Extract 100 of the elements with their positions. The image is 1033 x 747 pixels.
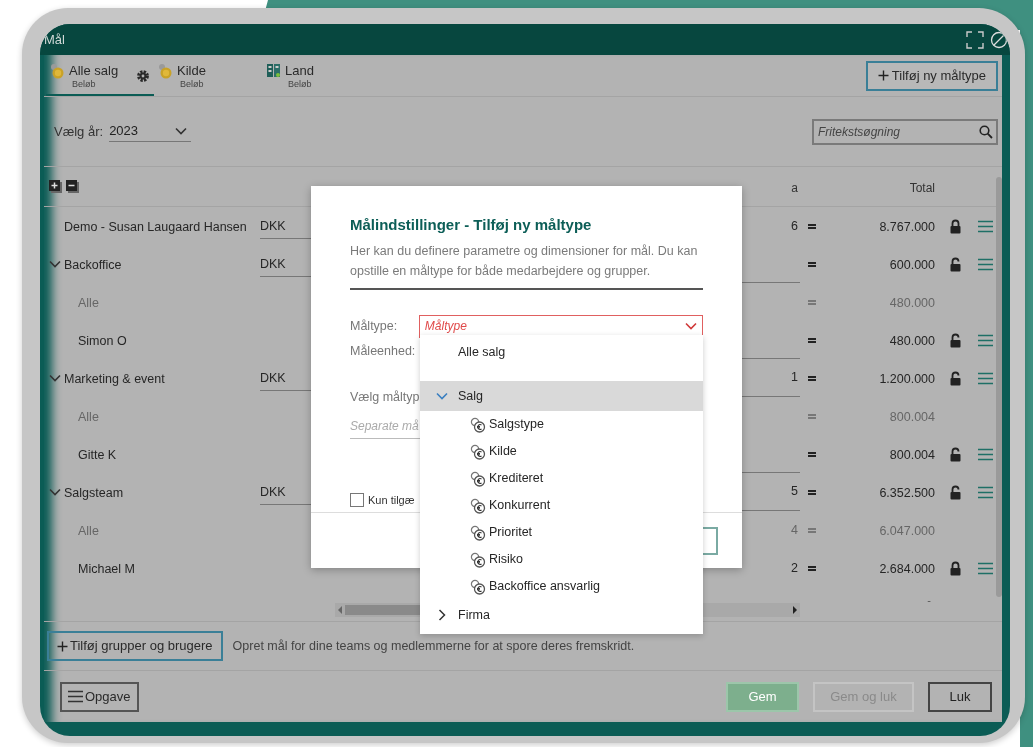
maximize-icon[interactable]: [966, 30, 984, 49]
row-name: Backoffice: [64, 258, 122, 272]
menu-icon[interactable]: [68, 690, 83, 703]
task-button[interactable]: Opgave: [60, 681, 139, 712]
dropdown-item[interactable]: Salgstype: [420, 411, 703, 438]
equals-icon: [808, 337, 816, 343]
column-header: Total: [909, 180, 935, 195]
summary-row-label: Alle: [78, 524, 99, 538]
dropdown-item[interactable]: Prioritet: [420, 519, 703, 546]
menu-icon[interactable]: [978, 257, 993, 271]
total-cell: 600.000: [889, 258, 935, 272]
row-name: Simon O: [78, 334, 127, 348]
coin-icon: [50, 63, 65, 79]
equals-icon: [808, 299, 816, 305]
equals-icon: [808, 413, 816, 419]
coin-icon: [470, 470, 486, 487]
dialog-description: Her kan du definere parametre og dimensioner for mål. Du kan opstille en måltype for både medarbejdere og grupper.: [350, 240, 703, 290]
unlock-icon[interactable]: [949, 370, 962, 386]
total-cell: -: [927, 594, 931, 606]
add-type-button[interactable]: Tilføj ny måltype: [865, 60, 998, 91]
table-cell-text: 2: [791, 559, 798, 577]
menu-icon[interactable]: [978, 371, 993, 385]
hint-text: Opret mål for dine teams og medlemmerne for at spore deres fremskridt.: [232, 637, 635, 655]
year-label: Vælg år:: [54, 122, 104, 141]
chevron-down-icon: [685, 322, 697, 330]
coin-icon: [470, 578, 486, 595]
building-icon: [266, 63, 281, 78]
table-cell-text: 5: [791, 483, 798, 501]
total-cell: 480.000: [889, 334, 935, 348]
row-name: Salgsteam: [64, 486, 124, 500]
total-cell: 1.200.000: [879, 372, 935, 386]
unlock-icon[interactable]: [949, 332, 962, 348]
dropdown-item[interactable]: Firma: [420, 600, 703, 630]
table-cell-text: 1: [791, 369, 798, 387]
equals-icon: [808, 565, 816, 571]
checkbox-label: Kun tilgæ: [368, 493, 415, 508]
coin-icon: [470, 416, 486, 433]
tab-sublabel: Beløb: [71, 78, 97, 91]
row-name: Michael M: [78, 562, 135, 576]
settings-icon[interactable]: [136, 69, 151, 83]
unlock-icon[interactable]: [949, 256, 962, 272]
add-groups-button[interactable]: Tilføj grupper og brugere: [47, 631, 223, 661]
coin-icon: [470, 524, 486, 541]
total-cell: 2.684.000: [879, 562, 935, 576]
checkbox[interactable]: [350, 493, 364, 508]
row-name: Demo - Susan Laugaard Hansen: [64, 220, 247, 234]
tab[interactable]: Land Beløb: [262, 55, 370, 96]
equals-icon: [808, 527, 816, 533]
tab[interactable]: Alle salg Beløb: [46, 55, 154, 96]
chevron-down-icon[interactable]: [48, 260, 61, 268]
expand-all-icon[interactable]: [49, 180, 62, 193]
dropdown-item[interactable]: Backoffice ansvarlig: [420, 573, 703, 600]
field-label: Måleenhed:: [350, 342, 416, 360]
equals-icon: [808, 375, 816, 381]
unlock-icon[interactable]: [949, 446, 962, 462]
tab-label: Alle salg: [69, 63, 119, 78]
summary-row-label: Alle: [78, 410, 99, 424]
coin-icon: [470, 551, 486, 568]
tab-sublabel: Beløb: [179, 78, 205, 91]
unlock-icon[interactable]: [949, 484, 962, 500]
collapse-all-icon[interactable]: [66, 180, 79, 193]
dropdown-item[interactable]: Krediteret: [420, 465, 703, 492]
total-cell: 800.004: [889, 410, 935, 424]
total-cell: 6.352.500: [879, 486, 935, 500]
plus-icon: [57, 640, 68, 652]
equals-icon: [808, 451, 816, 457]
dropdown-item[interactable]: Kilde: [420, 438, 703, 465]
search-field[interactable]: Fritekstsøgning: [812, 118, 998, 145]
total-cell: 800.004: [889, 448, 935, 462]
tab-sublabel: Beløb: [287, 78, 313, 91]
total-cell: 480.000: [889, 296, 935, 310]
menu-icon[interactable]: [978, 447, 993, 461]
menu-icon[interactable]: [978, 485, 993, 499]
dialog-title: Målindstillinger - Tilføj ny måltype: [350, 215, 593, 235]
total-cell: 8.767.000: [879, 220, 935, 234]
close-icon[interactable]: [990, 30, 1008, 49]
tab-label: Kilde: [177, 63, 206, 78]
menu-icon[interactable]: [978, 561, 993, 575]
field-label: Vælg måltyp: [350, 389, 420, 407]
total-cell: 6.047.000: [879, 524, 935, 538]
coin-icon: [470, 497, 486, 514]
dropdown-item[interactable]: Konkurrent: [420, 492, 703, 519]
dropdown-item[interactable]: Salg: [420, 381, 703, 411]
row-name: Marketing & event: [64, 372, 165, 386]
tab-label: Land: [285, 63, 314, 78]
menu-icon[interactable]: [978, 219, 993, 233]
tab[interactable]: Kilde Beløb: [154, 55, 262, 96]
dropdown-item[interactable]: Risiko: [420, 546, 703, 573]
table-cell-text: 6: [791, 217, 798, 235]
vertical-scrollbar[interactable]: [996, 177, 1002, 597]
dialog-button[interactable]: Luk: [928, 681, 992, 712]
chevron-down-icon[interactable]: [48, 374, 61, 382]
dropdown-item[interactable]: Alle salg: [420, 337, 703, 367]
lock-icon[interactable]: [949, 560, 962, 576]
year-select[interactable]: 2023: [109, 120, 192, 143]
plus-icon: [877, 70, 889, 81]
lock-icon[interactable]: [949, 218, 962, 234]
chevron-down-icon[interactable]: [48, 488, 61, 496]
coin-icon: [158, 63, 173, 79]
menu-icon[interactable]: [978, 333, 993, 347]
